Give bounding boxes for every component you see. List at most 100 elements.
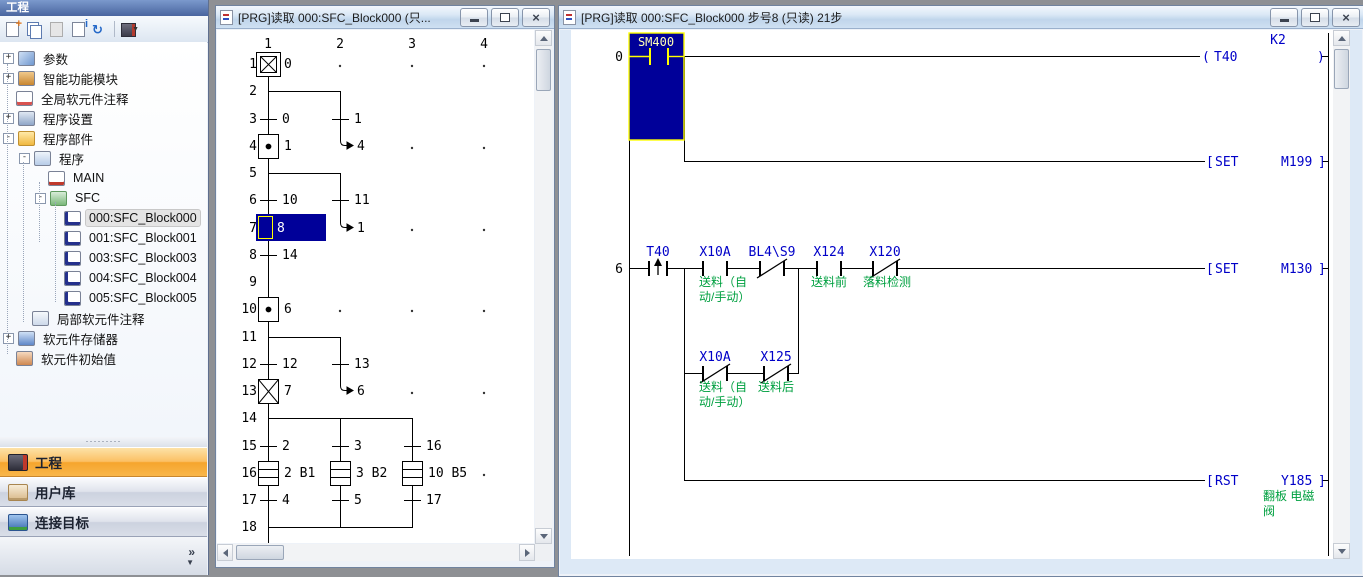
expander-icon[interactable]: - [3,133,14,144]
tree-item-parameters[interactable]: +参数 [0,48,207,68]
tree-item-label: 局部软元件注释 [54,308,148,329]
svg-text:13: 13 [241,384,257,399]
tree-item-device-memory[interactable]: + 软元件存储器 [0,328,207,348]
nav-overflow-area: » ▼ [0,537,207,575]
svg-text:动/手动）: 动/手动） [699,395,750,409]
restore-button[interactable] [491,8,519,27]
client-edge [560,30,571,574]
tree-item-global-comment[interactable]: 全局软元件注释 [0,88,207,108]
client-edge-bottom [560,559,1362,574]
instruction-device: M130 [1281,262,1312,277]
expander-icon[interactable]: + [3,53,14,64]
tree-item-sfc-block005[interactable]: 005:SFC_Block005 [0,288,207,308]
sfc-selected-step[interactable]: 8 [256,214,326,241]
svg-text:12: 12 [241,357,257,372]
tree-item-sfc-block001[interactable]: 001:SFC_Block001 [0,228,207,248]
svg-text:X10A: X10A [699,350,730,365]
tree-item-label: 软元件存储器 [40,328,121,349]
paste-icon[interactable] [48,21,65,37]
sfc-horizontal-scrollbar[interactable] [217,544,535,561]
instruction-device: M199 [1281,155,1312,170]
sfc-canvas[interactable]: 1 2 3 4 12 34 56 78 910 1112 1314 1516 1… [217,30,534,543]
bracket-close: ] [1318,155,1326,170]
tree-item-pou[interactable]: -程序部件 [0,128,207,148]
tree-item-intelligent-module[interactable]: + 智能功能模块 [0,68,207,88]
tree-item-sfc-block000[interactable]: 000:SFC_Block000 [0,208,207,228]
sfc-block-label: 10 B5 [428,466,467,481]
svg-text:X10A: X10A [699,245,730,260]
minimize-button[interactable] [1270,8,1298,27]
restore-icon [1310,13,1320,22]
tree-item-label: 003:SFC_Block003 [86,250,200,266]
minimize-button[interactable] [460,8,488,27]
sfc-canvas-area: 1 2 3 4 12 34 56 78 910 1112 1314 1516 1… [217,30,534,543]
expander-icon[interactable]: + [3,113,14,124]
sfc-window: [PRG]读取 000:SFC_Block000 (只... × 1 2 3 4… [215,5,555,568]
svg-text:18: 18 [241,520,257,535]
sfc-column-header: 4 [480,37,488,52]
ladder-vertical-scrollbar[interactable] [1333,30,1350,559]
refresh-icon[interactable]: ↻ [92,21,109,37]
scrollbar-thumb[interactable] [536,49,551,91]
sfc-transition-label: 1 [354,112,362,127]
expander-icon[interactable]: + [3,333,14,344]
chevron-right-icon[interactable]: » [188,545,195,559]
tree-item-device-initial[interactable]: 软元件初始值 [0,348,207,368]
panel-splitter[interactable]: ········· [0,437,207,447]
nav-user-library-button[interactable]: 用户库 [0,477,207,507]
svg-text:9: 9 [249,275,257,290]
tree-item-program[interactable]: - 程序 [0,148,207,168]
svg-text:T40: T40 [646,245,669,260]
svg-text:送料后: 送料后 [758,379,794,394]
tree-item-program-setting[interactable]: +程序设置 [0,108,207,128]
scroll-up-button[interactable] [535,30,552,46]
expander-icon[interactable]: + [3,73,14,84]
expander-icon[interactable]: - [19,153,30,164]
sfc-column-header: 2 [336,37,344,52]
sfc-column-header: 3 [408,37,416,52]
tree-item-local-comment[interactable]: 局部软元件注释 [0,308,207,328]
chevron-down-icon[interactable]: ▼ [186,558,194,567]
dropdown-arrow-icon: ▼ [132,26,139,33]
tree-item-label: 智能功能模块 [40,68,121,89]
sfc-block-icon [64,271,81,286]
scrollbar-thumb[interactable] [236,545,284,560]
ladder-window-titlebar[interactable]: [PRG]读取 000:SFC_Block000 步号8 (只读) 21步 × [559,6,1363,29]
sfc-transition-label: 16 [426,439,442,454]
scroll-down-button[interactable] [1333,543,1350,559]
sfc-vertical-scrollbar[interactable] [535,30,552,544]
nav-connection-button[interactable]: 连接目标 [0,507,207,537]
sfc-transition-label: 12 [282,357,298,372]
restore-button[interactable] [1301,8,1329,27]
sfc-transition-label: 14 [282,248,298,263]
tree-item-main[interactable]: MAIN [0,168,207,188]
scroll-right-button[interactable] [519,544,535,561]
scrollbar-thumb[interactable] [1334,49,1349,89]
close-button[interactable]: × [1332,8,1360,27]
tree-item-label: 程序 [56,148,87,169]
property-icon[interactable]: i [70,21,87,37]
ladder-canvas[interactable]: SM400 0 6 K2 ( T40 ) [ SET M199 ] [ SET [571,30,1333,559]
tree-item-sfc-block004[interactable]: 004:SFC_Block004 [0,268,207,288]
tree-item-sfc-block003[interactable]: 003:SFC_Block003 [0,248,207,268]
svg-text:1: 1 [249,57,257,72]
ladder-selected-cell[interactable]: SM400 [629,33,684,140]
svg-text:7: 7 [249,221,257,236]
bracket-close: ] [1318,262,1326,277]
module-select-icon[interactable]: ▼ [120,21,137,37]
scroll-up-button[interactable] [1333,30,1350,46]
sfc-window-titlebar[interactable]: [PRG]读取 000:SFC_Block000 (只... × [216,6,554,29]
expander-icon[interactable]: - [35,193,46,204]
scroll-left-button[interactable] [217,544,233,561]
svg-text:8: 8 [249,248,257,263]
copy-icon[interactable] [26,21,43,37]
folder-icon [18,131,35,146]
scroll-down-button[interactable] [535,528,552,544]
left-arrow-icon [223,549,228,557]
tree-item-sfc[interactable]: -SFC [0,188,207,208]
nav-project-button[interactable]: 工程 [0,447,207,477]
close-button[interactable]: × [522,8,550,27]
sfc-step-label: 6 [284,302,292,317]
new-document-icon[interactable]: + [4,21,21,37]
svg-text:10: 10 [241,302,257,317]
